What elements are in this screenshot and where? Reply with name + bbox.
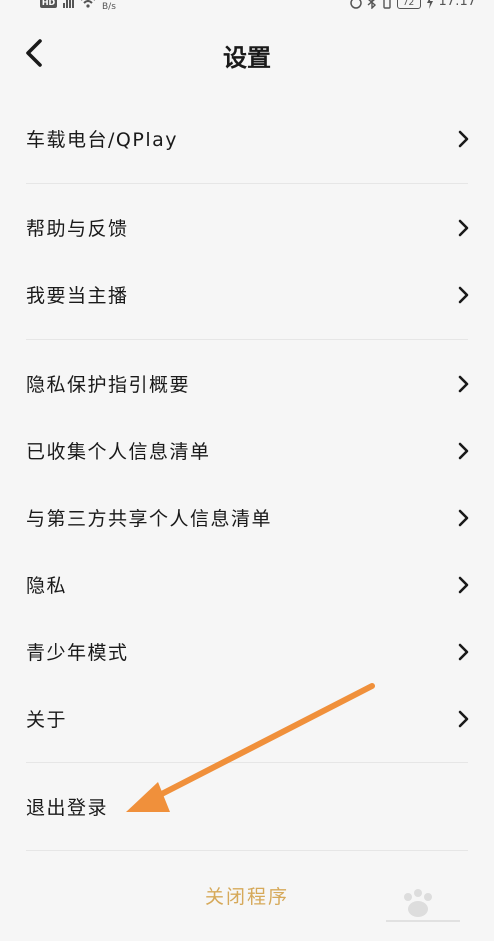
chevron-right-icon: [458, 509, 469, 527]
alarm-icon: [349, 0, 362, 9]
vibrate-icon: [382, 0, 391, 9]
settings-item-help-feedback[interactable]: 帮助与反馈: [0, 200, 494, 256]
settings-item-become-host[interactable]: 我要当主播: [0, 267, 494, 323]
chevron-right-icon: [458, 710, 469, 728]
settings-item-label: 青少年模式: [26, 642, 129, 664]
settings-item-label: 帮助与反馈: [26, 218, 129, 240]
settings-item-third-party-sharing[interactable]: 与第三方共享个人信息清单: [0, 490, 494, 546]
wifi-icon: [81, 0, 95, 8]
status-bar-right: 72 17:17: [349, 0, 476, 9]
paw-watermark-icon: [386, 889, 460, 922]
settings-item-label: 关于: [26, 709, 68, 731]
logout-label: 退出登录: [26, 797, 109, 819]
battery-indicator: 72: [396, 0, 421, 9]
section-divider: [26, 762, 468, 763]
settings-item-label: 车载电台/QPlay: [26, 129, 178, 151]
logout-button[interactable]: 退出登录: [0, 779, 494, 835]
section-divider: [26, 183, 468, 184]
chevron-right-icon: [458, 643, 469, 661]
hd-badge: HD: [40, 0, 57, 8]
settings-item-label: 隐私: [26, 575, 68, 597]
settings-page: HD B/s 72 17:17 设置 车载电台/QPlay 帮助与反馈 我要当主…: [0, 0, 494, 941]
settings-item-about[interactable]: 关于: [0, 691, 494, 747]
settings-item-privacy[interactable]: 隐私: [0, 557, 494, 613]
chevron-right-icon: [458, 130, 469, 148]
charging-icon: [426, 0, 433, 9]
settings-item-car-radio[interactable]: 车载电台/QPlay: [0, 111, 494, 167]
settings-item-label: 隐私保护指引概要: [26, 374, 191, 396]
settings-item-privacy-guide[interactable]: 隐私保护指引概要: [0, 356, 494, 412]
status-bar-left: HD B/s: [40, 0, 116, 12]
settings-item-label: 已收集个人信息清单: [26, 441, 211, 463]
network-speed: B/s: [102, 2, 116, 12]
signal-icon: [63, 0, 74, 8]
settings-item-label: 我要当主播: [26, 285, 129, 307]
section-divider: [26, 339, 468, 340]
chevron-right-icon: [458, 576, 469, 594]
section-divider: [26, 850, 468, 851]
chevron-right-icon: [458, 286, 469, 304]
settings-item-collected-info[interactable]: 已收集个人信息清单: [0, 423, 494, 479]
settings-item-youth-mode[interactable]: 青少年模式: [0, 624, 494, 680]
settings-item-label: 与第三方共享个人信息清单: [26, 508, 273, 530]
nav-header: 设置: [0, 20, 494, 86]
chevron-right-icon: [458, 375, 469, 393]
chevron-right-icon: [458, 442, 469, 460]
chevron-right-icon: [458, 219, 469, 237]
status-bar: HD B/s 72 17:17: [0, 0, 494, 14]
page-title: 设置: [223, 44, 271, 72]
bluetooth-icon: [367, 0, 376, 9]
clock: 17:17: [438, 0, 476, 9]
